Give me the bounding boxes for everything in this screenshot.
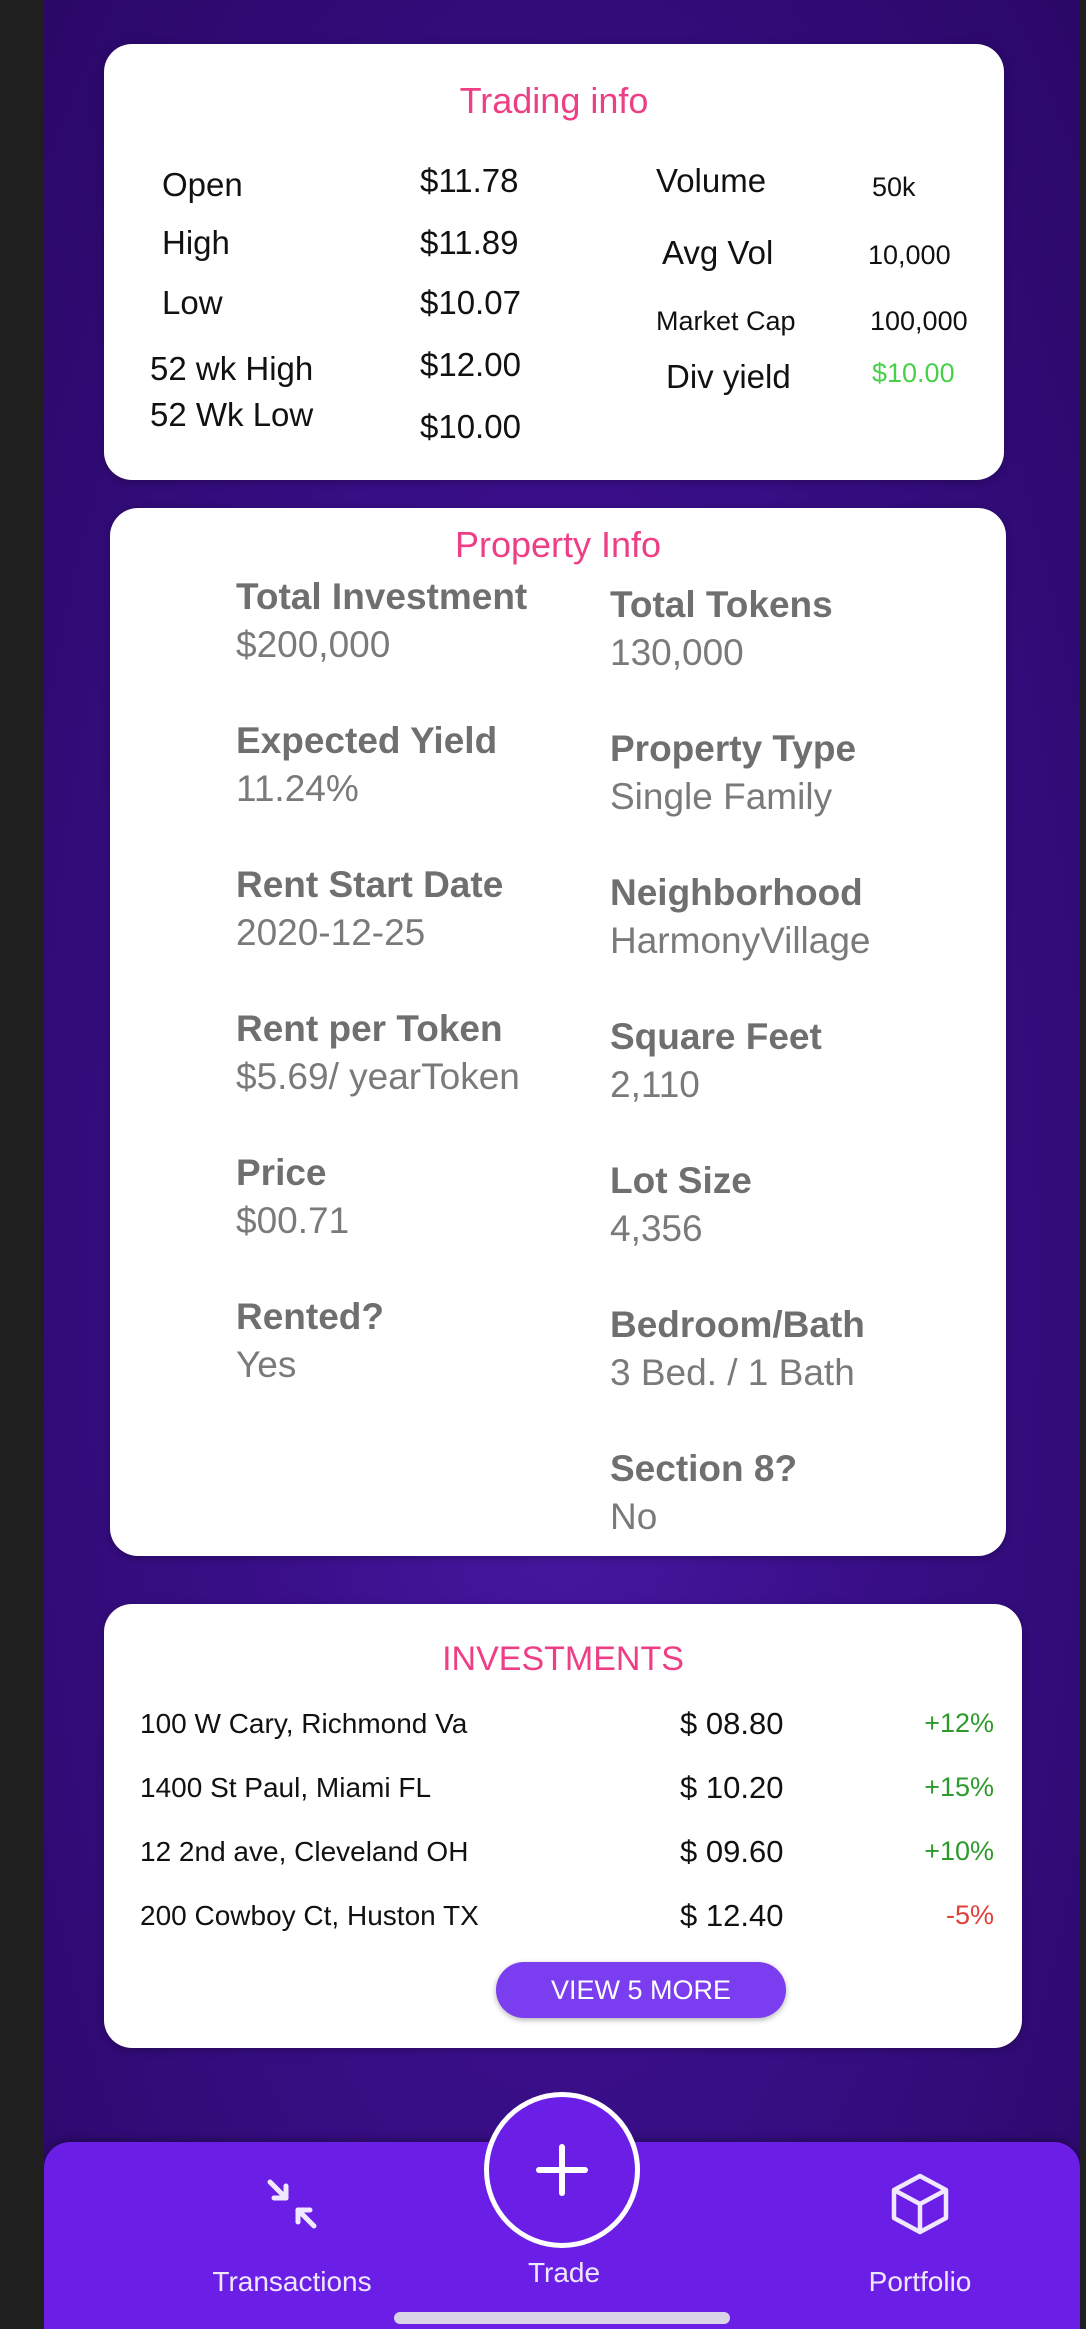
volume-value: 50k <box>872 172 916 202</box>
property-info-title: Property Info <box>454 524 662 565</box>
expected-yield-value: 11.24% <box>236 768 359 809</box>
high-label: High <box>162 224 230 261</box>
investment-price: $ 12.40 <box>680 1898 784 1933</box>
investment-change: +12% <box>924 1708 994 1738</box>
total-investment-label: Total Investment <box>236 576 528 617</box>
price-value: $00.71 <box>236 1200 350 1241</box>
total-tokens-label: Total Tokens <box>610 584 833 625</box>
investment-address: 100 W Cary, Richmond Va <box>140 1708 468 1739</box>
nav-transactions-label: Transactions <box>212 2266 372 2297</box>
cube-icon <box>891 2173 949 2235</box>
total-investment-value: $200,000 <box>236 624 391 665</box>
investment-address: 200 Cowboy Ct, Huston TX <box>140 1900 479 1931</box>
square-feet-label: Square Feet <box>610 1016 822 1057</box>
nav-trade[interactable]: Trade <box>474 2257 654 2289</box>
investment-change: -5% <box>945 1900 994 1930</box>
open-label: Open <box>162 166 243 203</box>
open-value: $11.78 <box>420 162 519 199</box>
square-feet-value: 2,110 <box>610 1064 700 1105</box>
lot-size-label: Lot Size <box>610 1160 752 1201</box>
wk52-low-value: $10.00 <box>420 408 521 445</box>
investment-address: 12 2nd ave, Cleveland OH <box>140 1836 469 1867</box>
expected-yield-label: Expected Yield <box>236 720 498 761</box>
view-more-button[interactable]: VIEW 5 MORE <box>496 1962 786 2018</box>
low-label: Low <box>162 284 223 321</box>
app-screen: Trading info Open $11.78 High $11.89 Low… <box>44 0 1080 2329</box>
nav-trade-label: Trade <box>527 2257 601 2288</box>
avg-vol-value: 10,000 <box>868 240 951 270</box>
rented-label: Rented? <box>236 1296 384 1337</box>
market-cap-label: Market Cap <box>656 306 796 336</box>
property-type-value: Single Family <box>610 776 833 817</box>
plus-icon <box>536 2144 588 2196</box>
volume-label: Volume <box>656 162 767 199</box>
section8-label: Section 8? <box>610 1448 798 1489</box>
high-value: $11.89 <box>420 224 519 261</box>
investments-title: INVESTMENTS <box>442 1640 684 1678</box>
investment-change: +15% <box>924 1772 994 1802</box>
investment-address: 1400 St Paul, Miami FL <box>140 1772 432 1803</box>
trading-info-card: Trading info Open $11.78 High $11.89 Low… <box>104 44 1004 480</box>
investment-row[interactable]: 1400 St Paul, Miami FL $ 10.20 +15% <box>104 1762 1022 1822</box>
nav-portfolio-label: Portfolio <box>868 2266 972 2297</box>
transactions-arrows-icon <box>267 2179 317 2229</box>
section8-value: No <box>610 1496 658 1537</box>
investment-price: $ 08.80 <box>680 1706 784 1741</box>
property-type-label: Property Type <box>610 728 857 769</box>
avg-vol-label: Avg Vol <box>662 234 774 271</box>
price-label: Price <box>236 1152 327 1193</box>
low-value: $10.07 <box>420 284 521 321</box>
rent-start-date-value: 2020-12-25 <box>236 912 426 953</box>
wk52-high-label: 52 wk High <box>150 350 314 387</box>
rented-value: Yes <box>236 1344 297 1385</box>
div-yield-label: Div yield <box>666 358 791 395</box>
property-info-card: Property Info Total Investment $200,000 … <box>110 508 1006 1556</box>
neighborhood-label: Neighborhood <box>610 872 863 913</box>
investment-price: $ 09.60 <box>680 1834 784 1869</box>
trade-fab-button[interactable] <box>484 2092 640 2248</box>
investment-row[interactable]: 200 Cowboy Ct, Huston TX $ 12.40 -5% <box>104 1890 1022 1950</box>
rent-per-token-label: Rent per Token <box>236 1008 503 1049</box>
bedroom-bath-value: 3 Bed. / 1 Bath <box>610 1352 855 1393</box>
investment-price: $ 10.20 <box>680 1770 784 1805</box>
rent-start-date-label: Rent Start Date <box>236 864 504 905</box>
total-tokens-value: 130,000 <box>610 632 744 673</box>
market-cap-value: 100,000 <box>870 306 968 336</box>
nav-portfolio[interactable]: Portfolio <box>790 2168 1050 2298</box>
div-yield-value: $10.00 <box>872 358 955 388</box>
rent-per-token-value: $5.69/ yearToken <box>236 1056 520 1097</box>
investment-row[interactable]: 12 2nd ave, Cleveland OH $ 09.60 +10% <box>104 1826 1022 1886</box>
wk52-low-label: 52 Wk Low <box>150 396 314 433</box>
nav-transactions[interactable]: Transactions <box>162 2168 422 2298</box>
trading-info-title: Trading info <box>459 80 649 121</box>
wk52-high-value: $12.00 <box>420 346 521 383</box>
home-indicator[interactable] <box>394 2312 730 2324</box>
lot-size-value: 4,356 <box>610 1208 703 1249</box>
investment-change: +10% <box>924 1836 994 1866</box>
investments-card: INVESTMENTS 100 W Cary, Richmond Va $ 08… <box>104 1604 1022 2048</box>
neighborhood-value: HarmonyVillage <box>610 920 871 961</box>
bedroom-bath-label: Bedroom/Bath <box>610 1304 865 1345</box>
investment-row[interactable]: 100 W Cary, Richmond Va $ 08.80 +12% <box>104 1698 1022 1758</box>
